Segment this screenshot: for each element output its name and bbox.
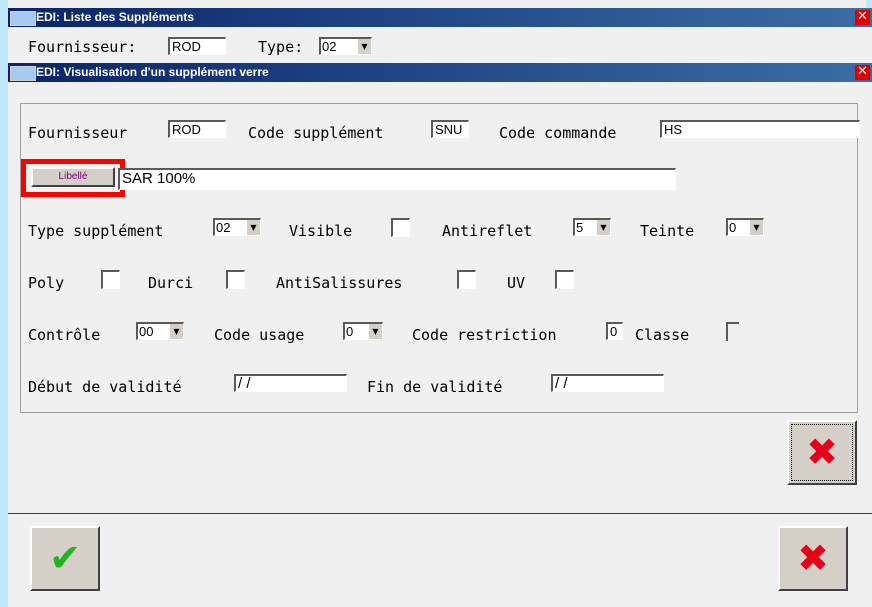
window-icon xyxy=(10,66,36,81)
uv-label: UV xyxy=(507,274,526,292)
poly-checkbox[interactable] xyxy=(101,270,120,289)
outer-type-label: Type: xyxy=(258,38,304,56)
code-supplement-field[interactable]: SNU xyxy=(431,120,469,138)
debut-validite-field[interactable]: / / xyxy=(234,374,347,392)
code-supplement-label: Code supplément xyxy=(248,124,384,142)
code-restriction-field[interactable]: 0 xyxy=(606,322,623,340)
close-icon: ✖ xyxy=(797,536,829,580)
inner-window-title: EDI: Visualisation d'un supplément verre xyxy=(36,65,269,79)
outer-type-select[interactable]: 02 ▼ xyxy=(319,37,372,55)
outer-type-value: 02 xyxy=(322,39,337,54)
antireflet-value: 5 xyxy=(576,220,584,235)
outer-window: EDI: Liste des Suppléments ✕ Fournisseur… xyxy=(8,8,872,607)
chevron-down-icon[interactable]: ▼ xyxy=(169,324,183,339)
chevron-down-icon[interactable]: ▼ xyxy=(749,220,763,235)
outer-close-icon[interactable]: ✕ xyxy=(855,10,870,25)
outer-fournisseur-field[interactable]: ROD xyxy=(168,37,226,55)
outer-window-title: EDI: Liste des Suppléments xyxy=(36,10,195,24)
visible-label: Visible xyxy=(289,222,353,240)
code-usage-select[interactable]: 0 ▼ xyxy=(343,322,383,340)
chevron-down-icon[interactable]: ▼ xyxy=(596,220,610,235)
supplement-form: Fournisseur ROD Code supplément SNU Code… xyxy=(20,103,860,413)
antisalissures-checkbox[interactable] xyxy=(457,270,476,289)
outer-filter-row: Fournisseur: ROD Type: 02 ▼ xyxy=(8,28,872,62)
fin-validite-label: Fin de validité xyxy=(367,378,503,396)
window-icon xyxy=(10,11,36,26)
teinte-value: 0 xyxy=(729,220,737,235)
classe-label: Classe xyxy=(635,326,690,344)
chevron-down-icon[interactable]: ▼ xyxy=(357,39,371,54)
classe-field[interactable] xyxy=(726,322,739,341)
controle-label: Contrôle xyxy=(28,326,101,344)
durci-checkbox[interactable] xyxy=(226,270,245,289)
type-supplement-label: Type supplément xyxy=(28,222,164,240)
check-icon: ✔ xyxy=(49,536,81,580)
teinte-label: Teinte xyxy=(640,222,695,240)
antireflet-select[interactable]: 5 ▼ xyxy=(573,218,611,236)
controle-select[interactable]: 00 ▼ xyxy=(136,322,184,340)
inner-cancel-button[interactable]: ✖ xyxy=(787,420,857,485)
code-commande-field[interactable]: HS xyxy=(660,120,860,138)
cancel-button[interactable]: ✖ xyxy=(778,526,848,591)
code-restriction-label: Code restriction xyxy=(412,326,557,344)
background-strip-left xyxy=(0,0,8,607)
ok-button[interactable]: ✔ xyxy=(30,526,100,591)
antireflet-label: Antireflet xyxy=(442,222,533,240)
highlight-box xyxy=(21,159,125,197)
fournisseur-label: Fournisseur xyxy=(28,124,128,142)
debut-validite-label: Début de validité xyxy=(28,378,182,396)
chevron-down-icon[interactable]: ▼ xyxy=(246,220,260,235)
durci-label: Durci xyxy=(148,274,194,292)
outer-title-bar[interactable]: EDI: Liste des Suppléments ✕ xyxy=(8,8,872,27)
code-usage-label: Code usage xyxy=(214,326,305,344)
controle-value: 00 xyxy=(139,324,154,339)
divider xyxy=(8,513,872,514)
close-icon: ✖ xyxy=(806,430,838,474)
code-usage-value: 0 xyxy=(346,324,354,339)
poly-label: Poly xyxy=(28,274,65,292)
visible-checkbox[interactable] xyxy=(391,218,410,237)
inner-title-bar[interactable]: EDI: Visualisation d'un supplément verre… xyxy=(8,63,872,82)
outer-fournisseur-label: Fournisseur: xyxy=(28,38,137,56)
teinte-select[interactable]: 0 ▼ xyxy=(726,218,764,236)
chevron-down-icon[interactable]: ▼ xyxy=(368,324,382,339)
type-supplement-select[interactable]: 02 ▼ xyxy=(213,218,261,236)
type-supplement-value: 02 xyxy=(216,220,231,235)
uv-checkbox[interactable] xyxy=(555,270,574,289)
inner-close-icon[interactable]: ✕ xyxy=(855,65,870,80)
fin-validite-field[interactable]: / / xyxy=(551,374,664,392)
fournisseur-field[interactable]: ROD xyxy=(168,120,226,138)
antisalissures-label: AntiSalissures xyxy=(276,274,403,292)
libelle-field[interactable]: SAR 100% xyxy=(118,168,676,190)
code-commande-label: Code commande xyxy=(499,124,617,142)
